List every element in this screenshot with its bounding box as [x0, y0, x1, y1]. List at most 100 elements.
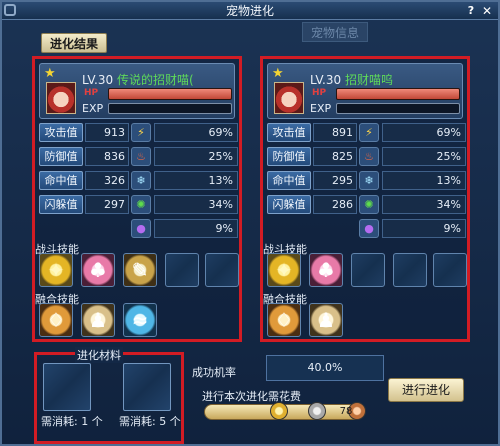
evolve-button[interactable]: 进行进化	[388, 378, 464, 402]
fusion-slot-wave[interactable]: ≈	[123, 303, 157, 337]
hp-bar	[336, 88, 460, 100]
fusion-slot-foot[interactable]: ♟	[81, 303, 115, 337]
pet-panel-result: ★ LV.30 传说的招财喵( HP EXP 攻击值 913 ⚡ 69% 防御值…	[32, 56, 242, 342]
stat-value: 295	[313, 171, 357, 190]
ice-icon: ❄	[131, 171, 151, 190]
stat-row-defense: 防御值 825 ♨ 25%	[267, 147, 466, 167]
skill-slot-empty[interactable]	[393, 253, 427, 287]
pet-level: LV.30	[82, 73, 114, 87]
gold-coin-icon	[270, 402, 288, 420]
fusion-slot-bell[interactable]: ♢	[39, 303, 73, 337]
stat-value: 297	[85, 195, 129, 214]
cost-amount: 78	[339, 406, 353, 417]
hp-bar	[108, 88, 232, 100]
poison-icon: ●	[359, 219, 379, 238]
stat-value: 825	[313, 147, 357, 166]
pet-name: 传说的招财喵(	[116, 73, 194, 87]
skill-slot-pink-creature[interactable]: ♣	[309, 253, 343, 287]
fusion-slot-bell[interactable]: ♢	[267, 303, 301, 337]
skill-slot-pink-creature[interactable]: ♣	[81, 253, 115, 287]
nature-icon: ✺	[131, 195, 151, 214]
material-need-1: 需消耗: 1 个	[41, 415, 103, 428]
stat-label: 命中值	[39, 171, 83, 190]
poison-icon: ●	[131, 219, 151, 238]
stat-row-poison: ● 9%	[267, 219, 466, 239]
stat-label: 攻击值	[267, 123, 311, 142]
silver-coin-icon	[308, 402, 326, 420]
stat-label: 命中值	[267, 171, 311, 190]
fire-icon: ♨	[359, 147, 379, 166]
stat-label: 闪躲值	[267, 195, 311, 214]
stat-label: 闪躲值	[39, 195, 83, 214]
stat-row-hit: 命中值 326 ❄ 13%	[39, 171, 238, 191]
stat-percent: 9%	[154, 219, 238, 238]
stat-label: 防御值	[267, 147, 311, 166]
skill-slot-empty[interactable]	[165, 253, 199, 287]
skill-slot-empty[interactable]	[433, 253, 467, 287]
material-slot-1[interactable]	[43, 363, 91, 411]
skill-slot-empty[interactable]	[205, 253, 239, 287]
fire-icon: ♨	[131, 147, 151, 166]
stat-percent: 13%	[382, 171, 466, 190]
stat-label: 防御值	[39, 147, 83, 166]
skill-slot-lightning[interactable]: ✦	[39, 253, 73, 287]
window-titlebar[interactable]: 宠物进化 ? ✕	[2, 2, 498, 20]
pet-header: ★ LV.30 传说的招财喵( HP EXP	[39, 63, 235, 119]
lightning-icon: ⚡	[359, 123, 379, 142]
cost-label: 进行本次进化需花费	[202, 390, 301, 403]
stat-value: 891	[313, 123, 357, 142]
stat-label: 攻击值	[39, 123, 83, 142]
stat-value: 286	[313, 195, 357, 214]
pet-level-name: LV.30 招财喵呜	[310, 71, 393, 88]
stat-value: 326	[85, 171, 129, 190]
stat-row-dodge: 闪躲值 286 ✺ 34%	[267, 195, 466, 215]
stat-row-dodge: 闪躲值 297 ✺ 34%	[39, 195, 238, 215]
stat-percent: 34%	[154, 195, 238, 214]
pet-level: LV.30	[310, 73, 342, 87]
stat-percent: 69%	[382, 123, 466, 142]
hp-label: HP	[312, 88, 327, 98]
help-button[interactable]: ?	[464, 4, 478, 18]
material-need-2: 需消耗: 5 个	[119, 415, 181, 428]
fusion-slot-foot[interactable]: ♟	[309, 303, 343, 337]
exp-label: EXP	[310, 102, 332, 115]
pet-header: ★ LV.30 招财喵呜 HP EXP	[267, 63, 463, 119]
stat-percent: 13%	[154, 171, 238, 190]
star-icon: ★	[44, 66, 56, 81]
stat-percent: 9%	[382, 219, 466, 238]
pet-evolution-window: 宠物进化 ? ✕ 宠物信息 进化结果 ★ LV.30 传说的招财喵( HP EX…	[0, 0, 500, 446]
pet-portrait[interactable]	[46, 82, 76, 114]
success-rate-label: 成功机率	[192, 366, 236, 379]
pet-portrait[interactable]	[274, 82, 304, 114]
evolution-materials-box: 进化材料 需消耗: 1 个 需消耗: 5 个	[34, 347, 184, 444]
tab-evolution-result[interactable]: 进化结果	[41, 33, 108, 53]
exp-bar	[108, 103, 232, 114]
star-icon: ★	[272, 66, 284, 81]
success-rate-value: 40.0%	[266, 355, 384, 381]
exp-bar	[336, 103, 460, 114]
nature-icon: ✺	[359, 195, 379, 214]
skill-slot-brush[interactable]: ✎	[123, 253, 157, 287]
skill-slot-lightning[interactable]: ✦	[267, 253, 301, 287]
tab-pet-info[interactable]: 宠物信息	[302, 22, 369, 42]
stat-row-hit: 命中值 295 ❄ 13%	[267, 171, 466, 191]
window-title: 宠物进化	[225, 4, 274, 18]
stat-value: 836	[85, 147, 129, 166]
pet-panel-current: ★ LV.30 招财喵呜 HP EXP 攻击值 891 ⚡ 69% 防御值 82…	[260, 56, 470, 342]
stat-percent: 34%	[382, 195, 466, 214]
hp-label: HP	[84, 88, 99, 98]
skill-slot-empty[interactable]	[351, 253, 385, 287]
stat-row-attack: 攻击值 891 ⚡ 69%	[267, 123, 466, 143]
stat-percent: 69%	[154, 123, 238, 142]
stat-row-poison: ● 9%	[39, 219, 238, 239]
materials-title: 进化材料	[75, 347, 123, 363]
lightning-icon: ⚡	[131, 123, 151, 142]
ice-icon: ❄	[359, 171, 379, 190]
material-slot-2[interactable]	[123, 363, 171, 411]
window-corner-icon	[4, 4, 16, 16]
pet-level-name: LV.30 传说的招财喵(	[82, 71, 194, 88]
close-button[interactable]: ✕	[480, 4, 494, 18]
stat-row-attack: 攻击值 913 ⚡ 69%	[39, 123, 238, 143]
stat-row-defense: 防御值 836 ♨ 25%	[39, 147, 238, 167]
pet-name: 招财喵呜	[344, 73, 393, 87]
